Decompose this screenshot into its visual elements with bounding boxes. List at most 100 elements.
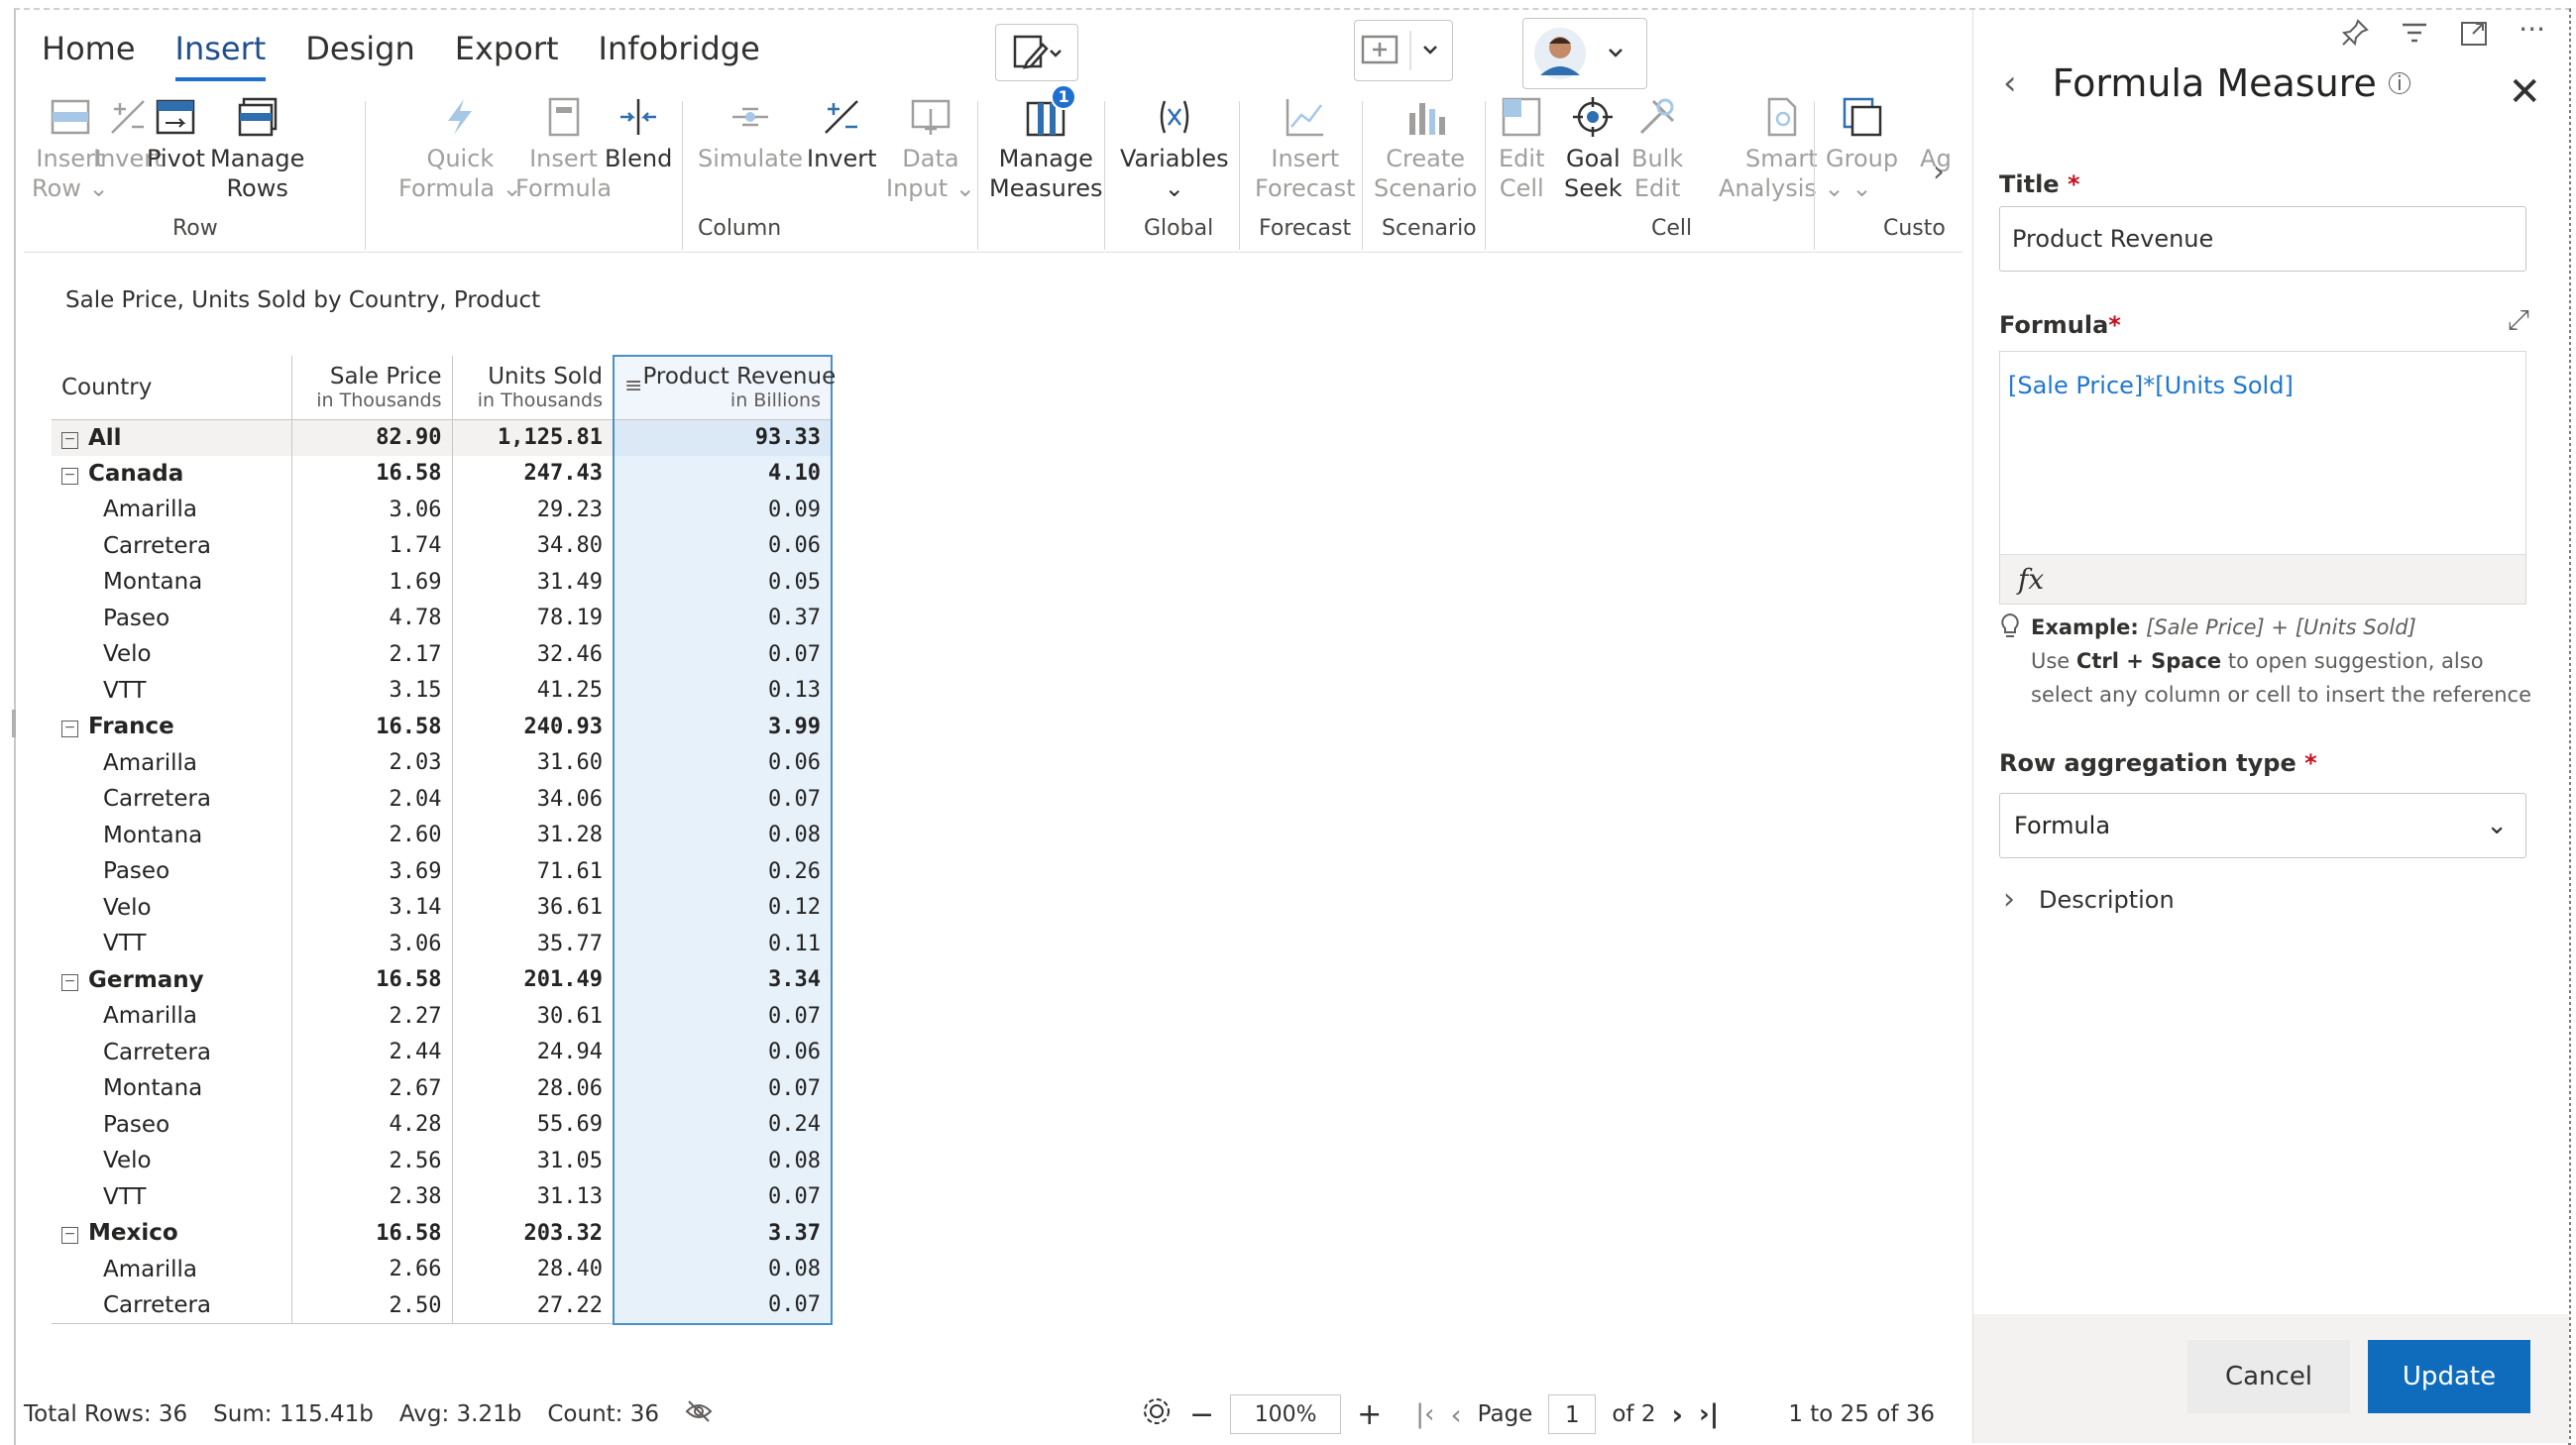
- cell-country[interactable]: − Mexico: [52, 1215, 292, 1252]
- formula-editor[interactable]: [Sale Price]*[Units Sold] fx: [1999, 351, 2526, 605]
- ribbon-scroll-right-icon[interactable]: ›: [1933, 155, 1945, 189]
- cell-units-sold[interactable]: 36.61: [452, 889, 615, 926]
- table-row[interactable]: Montana 2.67 28.06 0.07: [52, 1070, 833, 1107]
- cell-country[interactable]: VTT: [52, 1178, 292, 1215]
- table-row[interactable]: Paseo 4.28 55.69 0.24: [52, 1106, 833, 1143]
- bulk-edit-button[interactable]: Bulk Edit: [1631, 94, 1683, 203]
- table-row[interactable]: − Mexico 16.58 203.32 3.37: [52, 1215, 833, 1252]
- cell-product-revenue[interactable]: 0.06: [613, 1034, 833, 1070]
- resize-handle-left[interactable]: [12, 710, 16, 737]
- table-row[interactable]: Carretera 1.74 34.80 0.06: [52, 527, 833, 564]
- cell-product-revenue[interactable]: 3.99: [613, 709, 833, 745]
- cell-sale-price[interactable]: 2.03: [291, 744, 453, 781]
- table-row[interactable]: VTT 3.06 35.77 0.11: [52, 926, 833, 962]
- tab-design[interactable]: Design: [305, 30, 414, 81]
- cell-sale-price[interactable]: 2.27: [291, 998, 453, 1035]
- title-input[interactable]: Product Revenue: [1999, 206, 2526, 272]
- cell-product-revenue[interactable]: 0.05: [613, 564, 833, 601]
- cell-units-sold[interactable]: 31.05: [452, 1143, 615, 1179]
- table-row[interactable]: Carretera 2.04 34.06 0.07: [52, 781, 833, 818]
- cell-sale-price[interactable]: 2.67: [291, 1070, 453, 1107]
- cell-product-revenue[interactable]: 0.13: [613, 672, 833, 709]
- user-menu[interactable]: [1522, 18, 1647, 89]
- cell-units-sold[interactable]: 201.49: [452, 961, 615, 998]
- cell-units-sold[interactable]: 41.25: [452, 672, 615, 709]
- tab-infobridge[interactable]: Infobridge: [599, 30, 760, 81]
- cell-country[interactable]: − France: [52, 709, 292, 745]
- info-icon[interactable]: i: [2388, 72, 2410, 94]
- close-icon[interactable]: ✕: [2508, 69, 2541, 115]
- collapse-icon[interactable]: −: [61, 1227, 78, 1245]
- cell-sale-price[interactable]: 4.28: [291, 1106, 453, 1143]
- data-input-button[interactable]: Data Input ⌄: [886, 94, 975, 203]
- cell-sale-price[interactable]: 2.60: [291, 817, 453, 853]
- cell-country[interactable]: Amarilla: [52, 744, 292, 781]
- cell-units-sold[interactable]: 35.77: [452, 926, 615, 962]
- table-row[interactable]: Carretera 2.44 24.94 0.06: [52, 1034, 833, 1070]
- cell-product-revenue[interactable]: 0.06: [613, 527, 833, 564]
- cell-sale-price[interactable]: 3.14: [291, 889, 453, 926]
- cell-units-sold[interactable]: 34.06: [452, 781, 615, 818]
- cell-product-revenue[interactable]: 3.37: [613, 1215, 833, 1252]
- cell-product-revenue[interactable]: 0.09: [613, 492, 833, 528]
- table-row[interactable]: VTT 3.15 41.25 0.13: [52, 672, 833, 709]
- cell-sale-price[interactable]: 2.50: [291, 1287, 453, 1324]
- cell-units-sold[interactable]: 34.80: [452, 527, 615, 564]
- cell-country[interactable]: Amarilla: [52, 492, 292, 528]
- settings-gear-icon[interactable]: [1140, 1394, 1174, 1434]
- focus-mode-icon[interactable]: [2459, 18, 2489, 56]
- cell-country[interactable]: − All: [52, 419, 292, 456]
- cell-units-sold[interactable]: 32.46: [452, 636, 615, 673]
- cell-sale-price[interactable]: 16.58: [291, 1215, 453, 1252]
- cell-product-revenue[interactable]: 0.08: [613, 1251, 833, 1287]
- cell-units-sold[interactable]: 24.94: [452, 1034, 615, 1070]
- cell-sale-price[interactable]: 3.06: [291, 492, 453, 528]
- formula-text[interactable]: [Sale Price]*[Units Sold]: [2008, 372, 2294, 399]
- expand-icon[interactable]: ⤢: [2508, 303, 2529, 337]
- cell-country[interactable]: Paseo: [52, 853, 292, 890]
- cell-sale-price[interactable]: 1.74: [291, 527, 453, 564]
- simulate-button[interactable]: Simulate: [698, 94, 803, 173]
- table-row[interactable]: Montana 1.69 31.49 0.05: [52, 564, 833, 601]
- cell-units-sold[interactable]: 28.06: [452, 1070, 615, 1107]
- table-row[interactable]: − All 82.90 1,125.81 93.33: [52, 419, 833, 456]
- invert-column-button[interactable]: Invert: [807, 94, 877, 173]
- cell-country[interactable]: Velo: [52, 889, 292, 926]
- description-expander[interactable]: › Description: [2003, 882, 2175, 917]
- table-row[interactable]: Amarilla 2.03 31.60 0.06: [52, 744, 833, 781]
- table-row[interactable]: Paseo 4.78 78.19 0.37: [52, 600, 833, 636]
- cell-country[interactable]: Carretera: [52, 781, 292, 818]
- zoom-in-icon[interactable]: +: [1357, 1397, 1382, 1432]
- cell-country[interactable]: Velo: [52, 1143, 292, 1179]
- cell-country[interactable]: VTT: [52, 926, 292, 962]
- cell-country[interactable]: Carretera: [52, 1287, 292, 1324]
- page-number-input[interactable]: 1: [1548, 1394, 1597, 1434]
- cell-units-sold[interactable]: 1,125.81: [452, 419, 615, 456]
- goal-seek-button[interactable]: Goal Seek: [1564, 94, 1623, 203]
- cell-units-sold[interactable]: 247.43: [452, 455, 615, 492]
- more-options-icon[interactable]: ···: [2519, 16, 2545, 56]
- cell-country[interactable]: Carretera: [52, 1034, 292, 1070]
- cell-units-sold[interactable]: 71.61: [452, 853, 615, 890]
- edit-cell-button[interactable]: Edit Cell: [1499, 94, 1544, 203]
- cell-sale-price[interactable]: 2.04: [291, 781, 453, 818]
- cell-units-sold[interactable]: 203.32: [452, 1215, 615, 1252]
- quick-formula-button[interactable]: Quick Formula ⌄: [398, 94, 522, 203]
- cell-country[interactable]: Amarilla: [52, 998, 292, 1035]
- table-row[interactable]: Amarilla 2.66 28.40 0.08: [52, 1251, 833, 1287]
- cell-product-revenue[interactable]: 0.26: [613, 853, 833, 890]
- cell-sale-price[interactable]: 2.66: [291, 1251, 453, 1287]
- column-header-country[interactable]: Country: [52, 356, 292, 420]
- insert-forecast-button[interactable]: Insert Forecast: [1255, 94, 1356, 203]
- cell-sale-price[interactable]: 82.90: [291, 419, 453, 456]
- cell-sale-price[interactable]: 16.58: [291, 455, 453, 492]
- pin-icon[interactable]: [2340, 18, 2370, 56]
- cell-units-sold[interactable]: 29.23: [452, 492, 615, 528]
- cell-sale-price[interactable]: 3.69: [291, 853, 453, 890]
- cell-country[interactable]: − Germany: [52, 961, 292, 998]
- table-row[interactable]: Carretera 2.50 27.22 0.07: [52, 1287, 833, 1325]
- previous-page-icon[interactable]: ‹: [1450, 1398, 1461, 1431]
- cell-product-revenue[interactable]: 0.37: [613, 600, 833, 636]
- table-row[interactable]: Velo 2.56 31.05 0.08: [52, 1143, 833, 1179]
- edit-mode-dropdown[interactable]: [995, 24, 1078, 81]
